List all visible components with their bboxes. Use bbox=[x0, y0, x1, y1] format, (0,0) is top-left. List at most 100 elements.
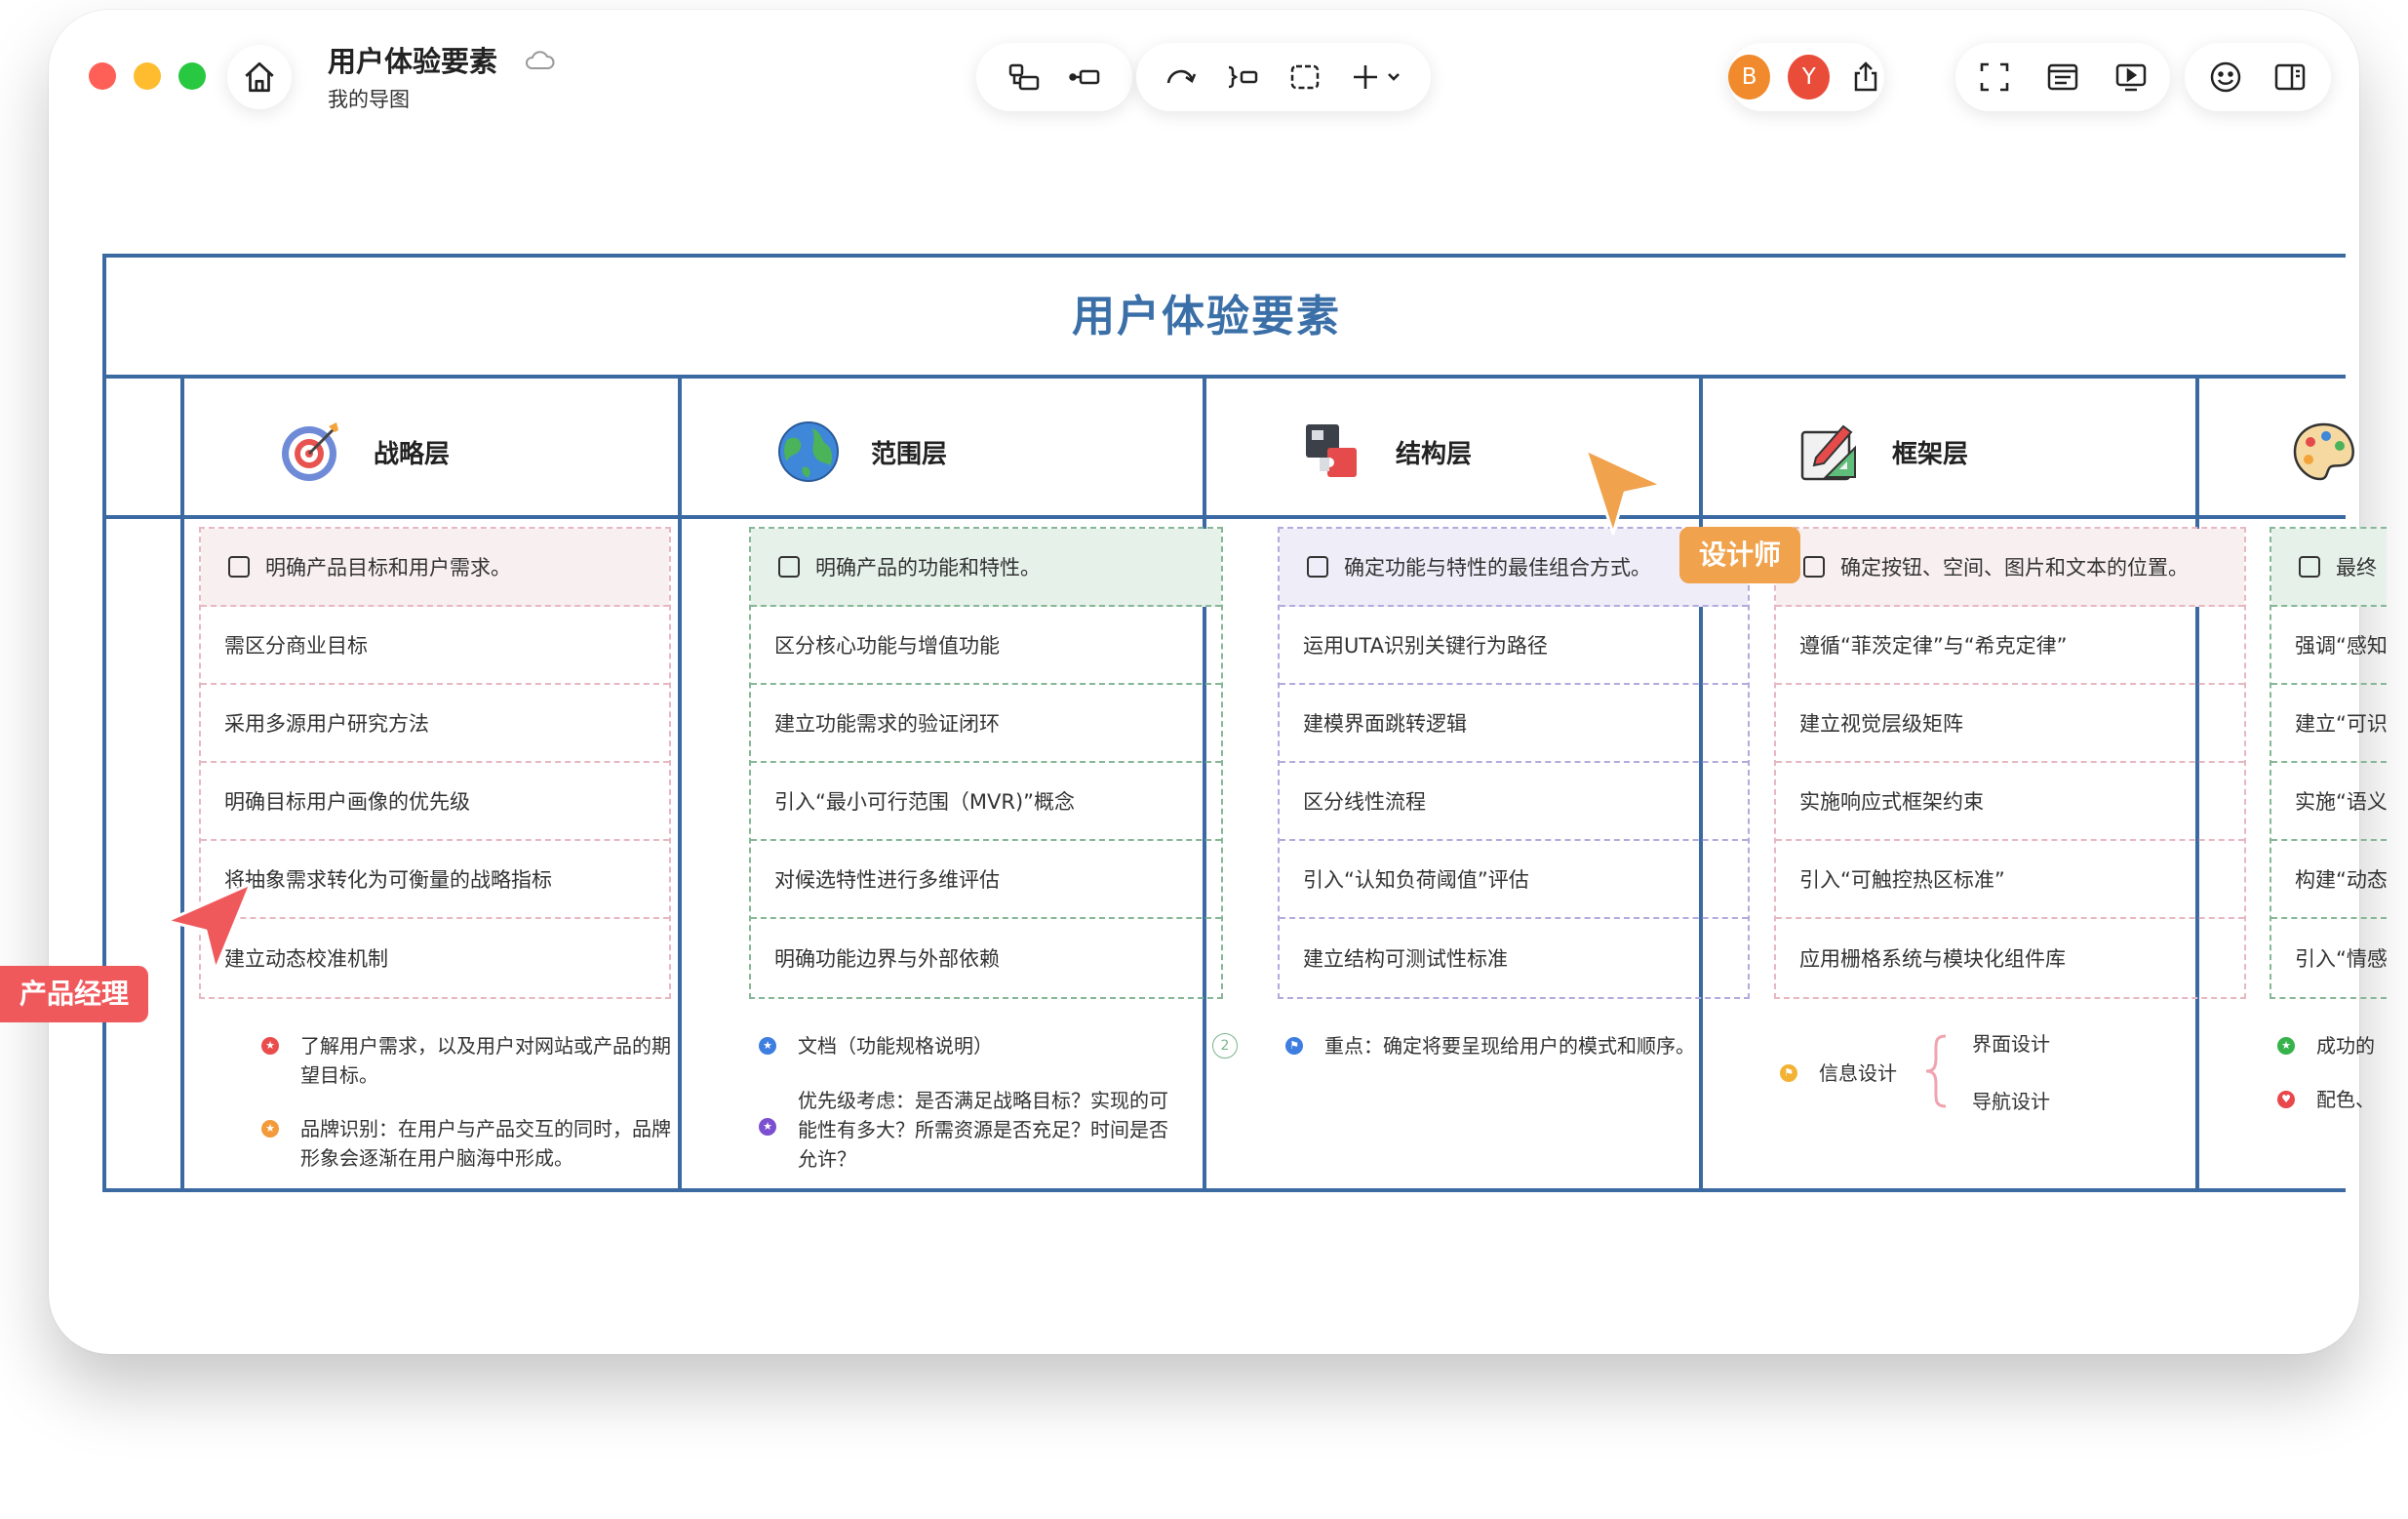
collapse-count-badge[interactable]: 2 bbox=[1212, 1033, 1238, 1059]
note-item[interactable]: ★ 文档（功能规格说明） bbox=[759, 1031, 1198, 1060]
list-item[interactable]: 建立“可识 bbox=[2271, 685, 2387, 763]
insert-subtopic-icon[interactable] bbox=[1005, 58, 1044, 97]
insert-sibling-icon[interactable] bbox=[1065, 58, 1104, 97]
collaborator-cursor-icon bbox=[1584, 448, 1664, 536]
note-item[interactable]: ⚑ 信息设计 bbox=[1780, 1059, 1897, 1088]
document-location[interactable]: 我的导图 bbox=[328, 84, 410, 113]
collaborator-cursor-label: 产品经理 bbox=[0, 966, 149, 1022]
list-item[interactable]: 应用栅格系统与模块化组件库 bbox=[1776, 919, 2244, 997]
fullscreen-icon[interactable] bbox=[1975, 58, 2014, 97]
note-text: 了解用户需求，以及用户对网站或产品的期望目标。 bbox=[300, 1034, 671, 1087]
topic-list-structure: 确定功能与特性的最佳组合方式。 运用UTA识别关键行为路径 建模界面跳转逻辑 区… bbox=[1278, 527, 1750, 999]
note-item[interactable]: ♥ 配色、 bbox=[2277, 1085, 2385, 1114]
list-item[interactable]: 建立结构可测试性标准 bbox=[1280, 919, 1748, 997]
note-item[interactable]: ★ 优先级考虑：是否满足战略目标？实现的可能性有多大？所需资源是否充足？时间是否… bbox=[759, 1086, 1178, 1174]
globe-icon bbox=[778, 421, 839, 482]
list-item[interactable]: 将抽象需求转化为可衡量的战略指标 bbox=[201, 841, 669, 919]
panel-icon[interactable] bbox=[2270, 58, 2309, 97]
list-item[interactable]: 建模界面跳转逻辑 bbox=[1280, 685, 1748, 763]
list-item[interactable]: 引入“最小可行范围（MVR)”概念 bbox=[751, 763, 1221, 841]
list-item[interactable]: 确定按钮、空间、图片和文本的位置。 bbox=[1776, 529, 2244, 607]
avatar[interactable]: B bbox=[1728, 55, 1771, 100]
close-window-button[interactable] bbox=[89, 62, 116, 90]
list-item[interactable]: 明确功能边界与外部依赖 bbox=[751, 919, 1221, 997]
list-item[interactable]: 运用UTA识别关键行为路径 bbox=[1280, 607, 1748, 685]
column-header-strategy[interactable]: 战略层 bbox=[278, 385, 450, 518]
list-item[interactable]: 实施“语义 bbox=[2271, 763, 2387, 841]
list-item[interactable]: 引入“情感 bbox=[2271, 919, 2387, 997]
summary-topic[interactable]: 导航设计 bbox=[1972, 1087, 2050, 1116]
list-item[interactable]: 引入“可触控热区标准” bbox=[1776, 841, 2244, 919]
note-item[interactable]: ★ 成功的 bbox=[2277, 1031, 2385, 1060]
list-item[interactable]: 实施响应式框架约束 bbox=[1776, 763, 2244, 841]
cloud-sync-icon bbox=[526, 51, 555, 69]
palette-icon bbox=[2293, 422, 2354, 481]
summary-icon[interactable] bbox=[1223, 58, 1262, 97]
note-item[interactable]: ★ 品牌识别：在用户与产品交互的同时，品牌形象会逐渐在用户脑海中形成。 bbox=[261, 1114, 671, 1173]
add-icon[interactable] bbox=[1348, 58, 1406, 97]
list-item[interactable]: 建立功能需求的验证闭环 bbox=[751, 685, 1221, 763]
topic-list-scope: 明确产品的功能和特性。 区分核心功能与增值功能 建立功能需求的验证闭环 引入“最… bbox=[749, 527, 1223, 999]
insert-tools-group bbox=[1136, 43, 1431, 111]
item-text: 明确产品的功能和特性。 bbox=[815, 556, 1041, 580]
flag-marker-icon: ⚑ bbox=[1780, 1064, 1797, 1082]
column-header-scope[interactable]: 范围层 bbox=[775, 385, 947, 518]
star-marker-icon: ★ bbox=[2277, 1037, 2295, 1055]
note-text: 成功的 bbox=[2316, 1034, 2375, 1058]
outline-icon[interactable] bbox=[2043, 58, 2082, 97]
list-item[interactable]: 建立动态校准机制 bbox=[201, 919, 669, 997]
checkbox[interactable] bbox=[1307, 556, 1328, 578]
list-item[interactable]: 区分线性流程 bbox=[1280, 763, 1748, 841]
board-title[interactable]: 用户体验要素 bbox=[102, 254, 2310, 379]
list-item[interactable]: 采用多源用户研究方法 bbox=[201, 685, 669, 763]
boundary-icon[interactable] bbox=[1285, 58, 1324, 97]
checkbox[interactable] bbox=[2299, 556, 2320, 578]
topic-list-strategy: 明确产品目标和用户需求。 需区分商业目标 采用多源用户研究方法 明确目标用户画像… bbox=[199, 527, 671, 999]
item-text: 明确产品目标和用户需求。 bbox=[265, 556, 511, 580]
relationship-icon[interactable] bbox=[1161, 58, 1200, 97]
home-button[interactable] bbox=[227, 45, 292, 109]
list-item[interactable]: 明确产品的功能和特性。 bbox=[751, 529, 1221, 607]
design-icon bbox=[1800, 424, 1856, 481]
mind-map-board[interactable]: 用户体验要素 战略层 范围层 结构层 框架层 明确产品目标和用户需求。 需区分商… bbox=[102, 254, 2387, 1192]
column-header-surface[interactable] bbox=[2291, 385, 2387, 518]
note-text: 优先级考虑：是否满足战略目标？实现的可能性有多大？所需资源是否充足？时间是否允许… bbox=[798, 1089, 1168, 1171]
emoji-icon[interactable] bbox=[2206, 58, 2245, 97]
list-item[interactable]: 遵循“菲茨定律”与“希克定律” bbox=[1776, 607, 2244, 685]
list-item[interactable]: 最终 bbox=[2271, 529, 2387, 607]
summary-topic[interactable]: 界面设计 bbox=[1972, 1029, 2050, 1059]
list-item[interactable]: 需区分商业目标 bbox=[201, 607, 669, 685]
item-text: 确定按钮、空间、图片和文本的位置。 bbox=[1840, 556, 2189, 580]
zoom-window-button[interactable] bbox=[178, 62, 206, 90]
note-item[interactable]: ⚑ 重点：确定将要呈现给用户的模式和顺序。 bbox=[1285, 1031, 1754, 1060]
panel-tools-group bbox=[2185, 43, 2331, 111]
column-label: 框架层 bbox=[1892, 439, 1969, 469]
note-item[interactable]: ★ 了解用户需求，以及用户对网站或产品的期望目标。 bbox=[261, 1031, 671, 1090]
list-item[interactable]: 区分核心功能与增值功能 bbox=[751, 607, 1221, 685]
heart-marker-icon: ♥ bbox=[2277, 1091, 2295, 1108]
list-item[interactable]: 明确产品目标和用户需求。 bbox=[201, 529, 669, 607]
column-label: 战略层 bbox=[374, 439, 451, 469]
list-item[interactable]: 强调“感知 bbox=[2271, 607, 2387, 685]
column-header-structure[interactable]: 结构层 bbox=[1300, 385, 1472, 518]
document-title[interactable]: 用户体验要素 bbox=[328, 39, 497, 80]
list-item[interactable]: 构建“动态 bbox=[2271, 841, 2387, 919]
star-marker-icon: ★ bbox=[261, 1120, 279, 1138]
list-item[interactable]: 引入“认知负荷阈值”评估 bbox=[1280, 841, 1748, 919]
topic-list-surface: 最终 强调“感知 建立“可识 实施“语义 构建“动态 引入“情感 bbox=[2270, 527, 2387, 999]
list-item[interactable]: 明确目标用户画像的优先级 bbox=[201, 763, 669, 841]
avatar[interactable]: Y bbox=[1788, 55, 1831, 100]
list-item[interactable]: 对候选特性进行多维评估 bbox=[751, 841, 1221, 919]
star-marker-icon: ★ bbox=[261, 1037, 279, 1055]
present-icon[interactable] bbox=[2112, 58, 2151, 97]
list-item[interactable]: 建立视觉层级矩阵 bbox=[1776, 685, 2244, 763]
list-item[interactable]: 确定功能与特性的最佳组合方式。 bbox=[1280, 529, 1748, 607]
minimize-window-button[interactable] bbox=[134, 62, 161, 90]
checkbox[interactable] bbox=[778, 556, 800, 578]
checkbox[interactable] bbox=[228, 556, 250, 578]
divider bbox=[678, 379, 682, 1192]
star-marker-icon: ★ bbox=[759, 1118, 776, 1136]
checkbox[interactable] bbox=[1803, 556, 1825, 578]
share-icon[interactable] bbox=[1847, 58, 1884, 97]
column-header-skeleton[interactable]: 框架层 bbox=[1796, 385, 1968, 518]
